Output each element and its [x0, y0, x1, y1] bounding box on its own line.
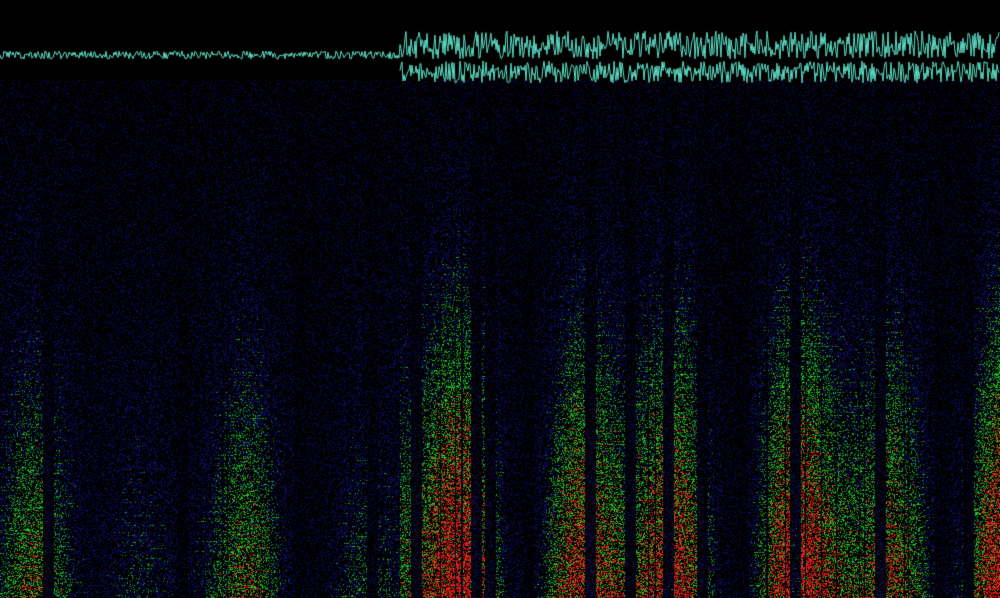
spectrogram-canvas	[0, 0, 1000, 598]
